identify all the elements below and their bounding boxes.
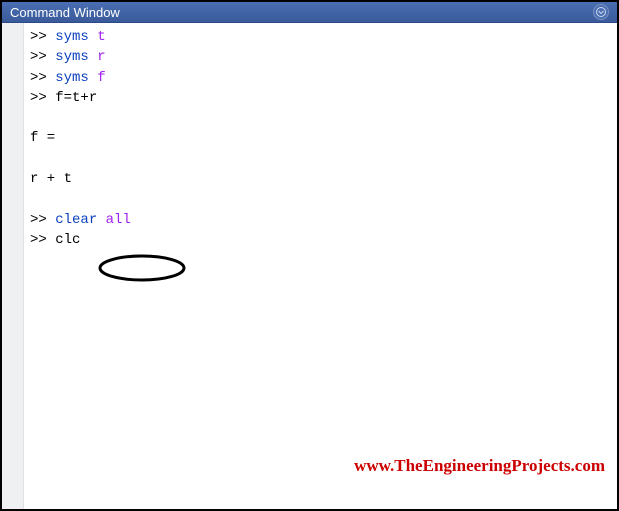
- command-line: >> clear all: [30, 210, 611, 230]
- command-line: >> syms t: [30, 27, 611, 47]
- command-window: Command Window >> syms t>> syms r>> syms…: [2, 2, 617, 509]
- code-token: syms: [55, 49, 89, 65]
- code-token: [30, 110, 38, 126]
- command-line: >> syms r: [30, 47, 611, 67]
- command-line: r + t: [30, 169, 611, 189]
- prompt: >>: [30, 70, 55, 86]
- titlebar: Command Window: [2, 2, 617, 23]
- command-line: [30, 108, 611, 128]
- gutter: [2, 23, 24, 509]
- code-token: clc: [55, 232, 80, 248]
- code-token: [30, 151, 38, 167]
- command-line: f =: [30, 128, 611, 148]
- window-title: Command Window: [10, 5, 120, 20]
- code-token: t: [97, 29, 105, 45]
- command-line: [30, 149, 611, 169]
- watermark: www.TheEngineeringProjects.com: [320, 429, 605, 503]
- code-token: [30, 191, 38, 207]
- prompt: >>: [30, 29, 55, 45]
- watermark-link[interactable]: www.TheEngineeringProjects.com: [354, 456, 605, 475]
- code-token: f: [97, 70, 105, 86]
- code-token: syms: [55, 29, 89, 45]
- prompt: >>: [30, 49, 55, 65]
- code-token: [89, 70, 97, 86]
- code-token: [89, 49, 97, 65]
- chevron-down-circle-icon: [596, 7, 606, 17]
- code-token: [97, 212, 105, 228]
- command-content[interactable]: >> syms t>> syms r>> syms f>> f=t+r f = …: [24, 23, 617, 509]
- prompt: >>: [30, 232, 55, 248]
- command-line: >> f=t+r: [30, 88, 611, 108]
- body-area: >> syms t>> syms r>> syms f>> f=t+r f = …: [2, 23, 617, 509]
- prompt: >>: [30, 212, 55, 228]
- code-token: all: [106, 212, 131, 228]
- command-line: >> clc: [30, 230, 611, 250]
- code-token: r + t: [30, 171, 72, 187]
- code-token: r: [97, 49, 105, 65]
- command-line: >> syms f: [30, 68, 611, 88]
- code-token: f =: [30, 130, 55, 146]
- code-token: clear: [55, 212, 97, 228]
- window-menu-button[interactable]: [593, 4, 609, 20]
- code-token: [89, 29, 97, 45]
- code-token: syms: [55, 70, 89, 86]
- code-token: f=t+r: [55, 90, 97, 106]
- command-line: [30, 189, 611, 209]
- prompt: >>: [30, 90, 55, 106]
